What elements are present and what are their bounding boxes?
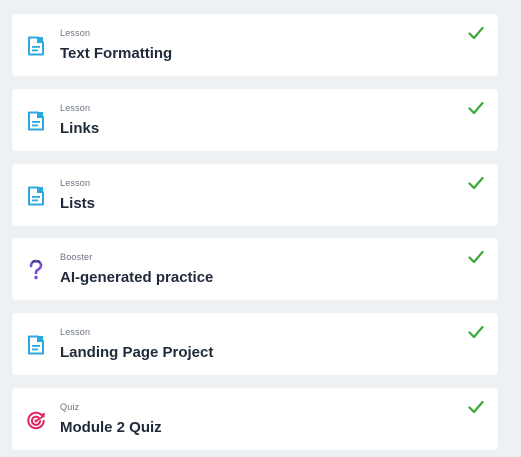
module-item-lists[interactable]: Lesson Lists — [12, 164, 498, 226]
completed-check-icon — [468, 101, 484, 115]
completed-check-icon — [468, 176, 484, 190]
item-kind-label: Lesson — [60, 327, 91, 337]
module-item-ai-generated-practice[interactable]: Booster AI-generated practice — [12, 238, 498, 300]
lesson-document-icon — [26, 35, 46, 57]
item-kind-label: Quiz — [60, 402, 80, 412]
item-title: AI-generated practice — [60, 269, 214, 286]
item-kind-label: Lesson — [60, 103, 91, 113]
item-title: Landing Page Project — [60, 344, 214, 361]
completed-check-icon — [468, 400, 484, 414]
lesson-document-icon — [26, 334, 46, 356]
module-item-links[interactable]: Lesson Links — [12, 89, 498, 151]
module-item-module-2-quiz[interactable]: Quiz Module 2 Quiz — [12, 388, 498, 450]
item-kind-label: Lesson — [60, 28, 91, 38]
item-title: Text Formatting — [60, 45, 173, 62]
completed-check-icon — [468, 250, 484, 264]
completed-check-icon — [468, 325, 484, 339]
item-kind-label: Lesson — [60, 178, 91, 188]
item-title: Module 2 Quiz — [60, 419, 162, 436]
lesson-document-icon — [26, 185, 46, 207]
item-title: Links — [60, 120, 100, 137]
module-item-landing-page-project[interactable]: Lesson Landing Page Project — [12, 313, 498, 375]
lesson-document-icon — [26, 110, 46, 132]
completed-check-icon — [468, 26, 484, 40]
target-icon — [26, 409, 46, 431]
item-kind-label: Booster — [60, 252, 93, 262]
item-title: Lists — [60, 195, 96, 212]
question-mark-icon — [26, 259, 46, 281]
module-item-text-formatting[interactable]: Lesson Text Formatting — [12, 14, 498, 76]
